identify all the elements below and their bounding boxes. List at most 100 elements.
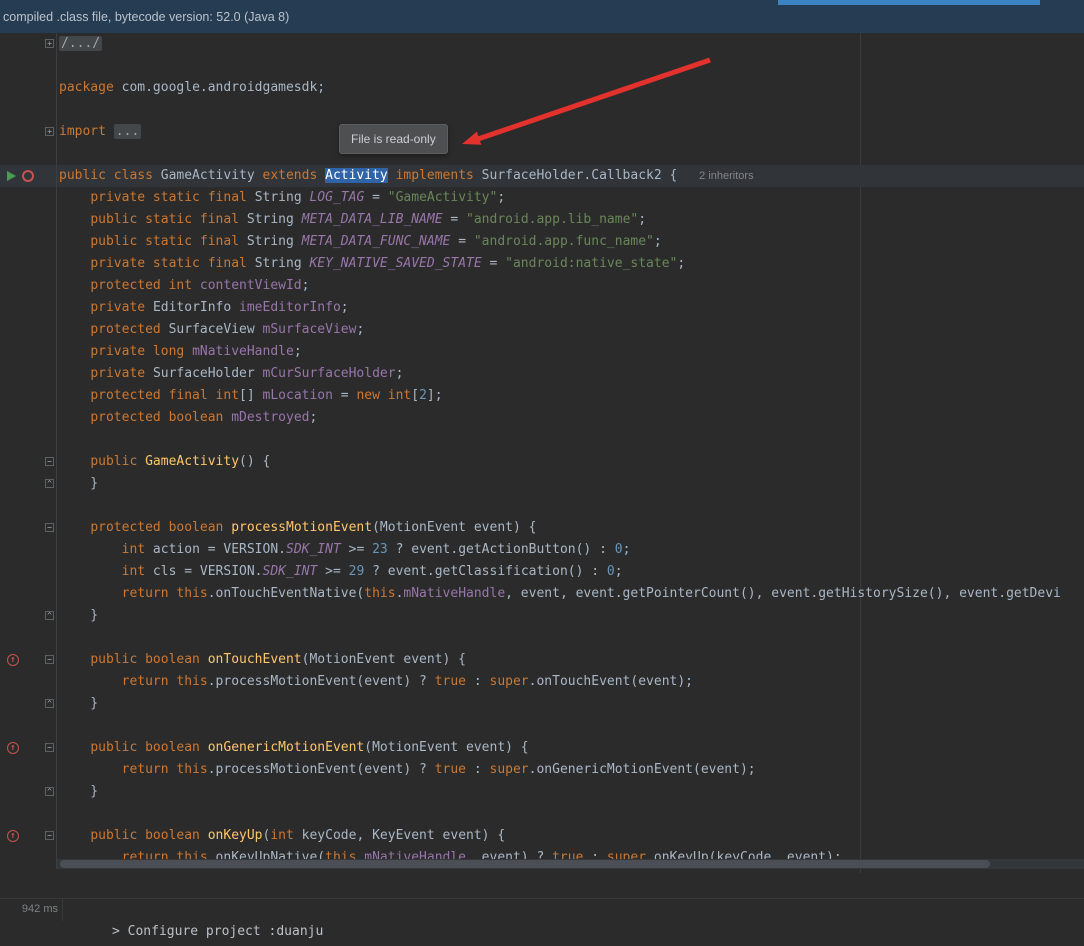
code-line[interactable]: return this.processMotionEvent(event) ? … [0,759,1084,781]
fold-marker-icon[interactable]: − [45,523,54,532]
code-line[interactable]: return this.onTouchEventNative(this.mNat… [0,583,1084,605]
code-token: mLocation [262,388,333,403]
run-icon[interactable] [7,171,16,181]
gutter [0,693,44,715]
fold-marker-icon[interactable]: + [45,39,54,48]
code-line[interactable]: private EditorInfo imeEditorInfo; [0,297,1084,319]
fold-gutter [44,99,57,121]
fold-gutter [44,385,57,407]
code-line[interactable]: package com.google.androidgamesdk; [0,77,1084,99]
code-token: super [489,674,529,689]
gutter [0,297,44,319]
inheritors-inlay-hint: 2 inheritors [699,170,754,182]
code-token: int [270,828,294,843]
override-method-icon[interactable]: ↑ [7,830,19,842]
code-token: processMotionEvent [231,520,373,535]
code-token: ; [340,300,349,315]
code-line[interactable] [0,495,1084,517]
code-line[interactable]: ^ } [0,605,1084,627]
code-token: public boolean [90,740,208,755]
code-line[interactable] [0,429,1084,451]
code-line[interactable]: int action = VERSION.SDK_INT >= 23 ? eve… [0,539,1084,561]
code-line[interactable]: private long mNativeHandle; [0,341,1084,363]
code-token: = [364,190,388,205]
gutter [0,781,44,803]
code-line[interactable]: protected SurfaceView mSurfaceView; [0,319,1084,341]
code-line[interactable] [0,143,1084,165]
fold-marker-icon[interactable]: ^ [45,611,54,620]
code-line[interactable]: ↑ − public boolean onKeyUp(int keyCode, K… [0,825,1084,847]
fold-marker-icon[interactable]: ^ [45,787,54,796]
fold-gutter [44,187,57,209]
horizontal-scrollbar[interactable] [57,859,1084,869]
code-line[interactable]: private static final String LOG_TAG = "G… [0,187,1084,209]
code-line[interactable]: public static final String META_DATA_FUN… [0,231,1084,253]
fold-gutter [44,847,57,869]
code-token: ; [356,322,365,337]
override-method-icon[interactable]: ↑ [7,742,19,754]
code-token: "android.app.func_name" [473,234,654,249]
code-line[interactable]: + import ... [0,121,1084,143]
fold-marker-icon[interactable]: ^ [45,479,54,488]
code-line[interactable]: public class GameActivity extends Activi… [0,165,1084,187]
code-line[interactable]: private SurfaceHolder mCurSurfaceHolder; [0,363,1084,385]
fold-marker-icon[interactable]: + [45,127,54,136]
code-token: "GameActivity" [387,190,498,205]
code-line[interactable]: public static final String META_DATA_LIB… [0,209,1084,231]
fold-gutter [44,715,57,737]
override-method-icon[interactable]: ↑ [7,654,19,666]
fold-marker-icon[interactable]: ^ [45,699,54,708]
fold-gutter [44,209,57,231]
code-line[interactable] [0,627,1084,649]
code-line[interactable]: ^ } [0,693,1084,715]
code-line[interactable]: protected final int[] mLocation = new in… [0,385,1084,407]
gutter [0,473,44,495]
code-line[interactable]: − protected boolean processMotionEvent(M… [0,517,1084,539]
fold-gutter [44,429,57,451]
code-token: public boolean [90,652,208,667]
fold-marker-icon[interactable]: − [45,655,54,664]
code-line[interactable]: ↑ − public boolean onGenericMotionEvent(M… [0,737,1084,759]
class-marker-icon[interactable] [22,170,34,182]
code-line[interactable] [0,99,1084,121]
code-line[interactable]: return this.processMotionEvent(event) ? … [0,671,1084,693]
code-line[interactable] [0,715,1084,737]
fold-gutter [44,143,57,165]
code-line[interactable]: protected boolean mDestroyed; [0,407,1084,429]
fold-marker-icon[interactable]: − [45,457,54,466]
code-token: ; [301,278,310,293]
code-line[interactable]: ^ } [0,781,1084,803]
code-line[interactable]: int cls = VERSION.SDK_INT >= 29 ? event.… [0,561,1084,583]
code-token: .onTouchEvent(event); [528,674,694,689]
fold-marker-icon[interactable]: − [45,743,54,752]
code-token: private long [90,344,193,359]
fold-marker-icon[interactable]: − [45,831,54,840]
code-line[interactable]: − public GameActivity() { [0,451,1084,473]
code-line[interactable]: private static final String KEY_NATIVE_S… [0,253,1084,275]
fold-gutter [44,495,57,517]
code-text: } [57,693,98,715]
gutter [0,451,44,473]
code-text: int action = VERSION.SDK_INT >= 23 ? eve… [57,539,631,561]
code-line[interactable]: protected int contentViewId; [0,275,1084,297]
code-token: ; [293,344,302,359]
code-line[interactable] [0,803,1084,825]
fold-gutter: + [44,33,57,55]
code-line[interactable]: ↑ − public boolean onTouchEvent(MotionEve… [0,649,1084,671]
code-token: SDK_INT [262,564,318,579]
horizontal-scrollbar-thumb[interactable] [60,860,990,868]
code-token: ; [395,366,404,381]
code-text: public class GameActivity extends Activi… [57,165,754,187]
code-line[interactable]: + /.../ [0,33,1084,55]
code-line[interactable]: ^ } [0,473,1084,495]
code-line[interactable] [0,55,1084,77]
code-token: contentViewId [199,278,302,293]
